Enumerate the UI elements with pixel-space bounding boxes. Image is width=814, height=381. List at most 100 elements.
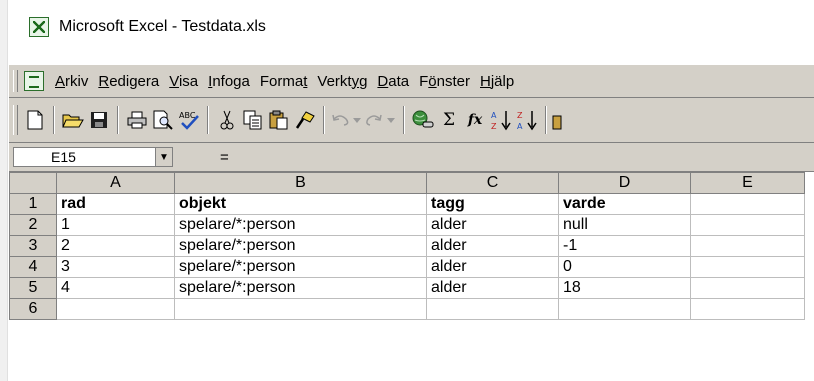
copy-icon[interactable] — [240, 105, 266, 135]
menu-item-text: edigera — [109, 72, 160, 90]
table-row: 3 2 spelare/*:person alder -1 — [9, 235, 805, 257]
cell[interactable]: 1 — [56, 214, 175, 236]
svg-text:Z: Z — [491, 122, 497, 131]
menu-item[interactable]: Fönster — [416, 73, 477, 90]
row-header[interactable]: 6 — [9, 298, 57, 320]
cell[interactable]: null — [558, 214, 691, 236]
grid-body: 1 rad objekt tagg varde 2 1 spelare/*:person ald… — [9, 193, 805, 320]
save-icon[interactable] — [86, 105, 112, 135]
function-icon[interactable]: fx — [462, 105, 488, 135]
undo-icon[interactable] — [330, 105, 364, 135]
cell[interactable]: alder — [426, 256, 559, 278]
cell[interactable]: 0 — [558, 256, 691, 278]
formula-equals-sign[interactable]: = — [220, 149, 229, 166]
cell[interactable]: 18 — [558, 277, 691, 299]
chart-wizard-icon[interactable] — [552, 105, 566, 135]
menu-item[interactable]: Infoga — [205, 73, 257, 90]
open-icon[interactable] — [60, 105, 86, 135]
cell[interactable] — [690, 193, 805, 215]
row-header[interactable]: 2 — [9, 214, 57, 236]
toolbar-separator — [53, 106, 55, 134]
menu-item-text: H — [480, 72, 491, 90]
svg-text:A: A — [517, 122, 523, 131]
cell[interactable]: objekt — [174, 193, 427, 215]
select-all-corner[interactable] — [9, 172, 57, 194]
menubar-grip[interactable] — [13, 70, 18, 92]
table-row: 1 rad objekt tagg varde — [9, 193, 805, 215]
cell[interactable] — [426, 298, 559, 320]
menu-item[interactable]: Verktyg — [314, 73, 374, 90]
cell[interactable] — [690, 277, 805, 299]
menu-item-text: y — [351, 72, 360, 90]
cell[interactable] — [690, 298, 805, 320]
cell[interactable]: 4 — [56, 277, 175, 299]
row-header[interactable]: 5 — [9, 277, 57, 299]
cell[interactable]: alder — [426, 277, 559, 299]
chevron-down-icon[interactable]: ▼ — [155, 148, 172, 166]
column-header[interactable]: A — [56, 172, 175, 194]
menu-item-text: ata — [388, 72, 410, 90]
cell[interactable]: varde — [558, 193, 691, 215]
new-icon[interactable] — [22, 105, 48, 135]
toolbar-grip[interactable] — [13, 105, 18, 135]
cell[interactable]: -1 — [558, 235, 691, 257]
menu-item-text: V — [169, 72, 179, 90]
column-header[interactable]: B — [174, 172, 427, 194]
menu-item[interactable]: Redigera — [95, 73, 166, 90]
cell[interactable] — [558, 298, 691, 320]
column-header[interactable]: D — [558, 172, 691, 194]
cell[interactable]: alder — [426, 235, 559, 257]
cell[interactable] — [174, 298, 427, 320]
menu-item[interactable]: Format — [257, 73, 315, 90]
menu-item[interactable]: Arkiv — [52, 73, 95, 90]
document-icon[interactable] — [24, 71, 44, 91]
menu-item-text: isa — [178, 72, 199, 90]
cell[interactable]: alder — [426, 214, 559, 236]
table-row: 2 1 spelare/*:person alder null — [9, 214, 805, 236]
cell[interactable] — [690, 235, 805, 257]
menu-item-text: Forma — [259, 72, 304, 90]
toolbar-separator — [545, 106, 547, 134]
cell[interactable]: spelare/*:person — [174, 277, 427, 299]
cell[interactable]: spelare/*:person — [174, 235, 427, 257]
sort-descending-icon[interactable]: ZA — [514, 105, 540, 135]
sort-ascending-icon[interactable]: AZ — [488, 105, 514, 135]
paste-icon[interactable] — [266, 105, 292, 135]
menu-item[interactable]: Hjälp — [477, 73, 521, 90]
print-preview-icon[interactable] — [150, 105, 176, 135]
redo-icon[interactable] — [364, 105, 398, 135]
cell[interactable]: 2 — [56, 235, 175, 257]
formula-input[interactable] — [242, 147, 814, 167]
row-header[interactable]: 4 — [9, 256, 57, 278]
column-header[interactable]: C — [426, 172, 559, 194]
name-box[interactable]: E15 ▼ — [13, 147, 173, 167]
row-header[interactable]: 3 — [9, 235, 57, 257]
name-box-value[interactable]: E15 — [14, 149, 155, 165]
format-painter-icon[interactable] — [292, 105, 318, 135]
hyperlink-icon[interactable] — [410, 105, 436, 135]
formula-bar: E15 ▼ = — [9, 143, 814, 172]
cell[interactable]: spelare/*:person — [174, 256, 427, 278]
menu-item[interactable]: Data — [374, 73, 416, 90]
cell[interactable]: spelare/*:person — [174, 214, 427, 236]
print-icon[interactable] — [124, 105, 150, 135]
autosum-icon[interactable]: Σ — [436, 105, 462, 135]
menu-items: Arkiv Redigera Visa Infoga Format Verktyg Data… — [52, 73, 521, 90]
menu-item-text: A — [55, 72, 66, 90]
spelling-icon[interactable]: ABC — [176, 105, 202, 135]
cut-icon[interactable] — [214, 105, 240, 135]
menu-item[interactable]: Visa — [166, 73, 205, 90]
cell[interactable] — [690, 214, 805, 236]
cell[interactable]: tagg — [426, 193, 559, 215]
column-header[interactable]: E — [690, 172, 805, 194]
cell[interactable]: rad — [56, 193, 175, 215]
cell[interactable]: 3 — [56, 256, 175, 278]
menu-item-text: rkiv — [65, 72, 89, 90]
menu-item-text: nfoga — [212, 72, 250, 90]
window-title: Microsoft Excel - Testdata.xls — [59, 18, 266, 35]
cell[interactable] — [690, 256, 805, 278]
row-header[interactable]: 1 — [9, 193, 57, 215]
toolbar-separator — [207, 106, 209, 134]
cell[interactable] — [56, 298, 175, 320]
menu-item-text: nster — [436, 72, 470, 90]
